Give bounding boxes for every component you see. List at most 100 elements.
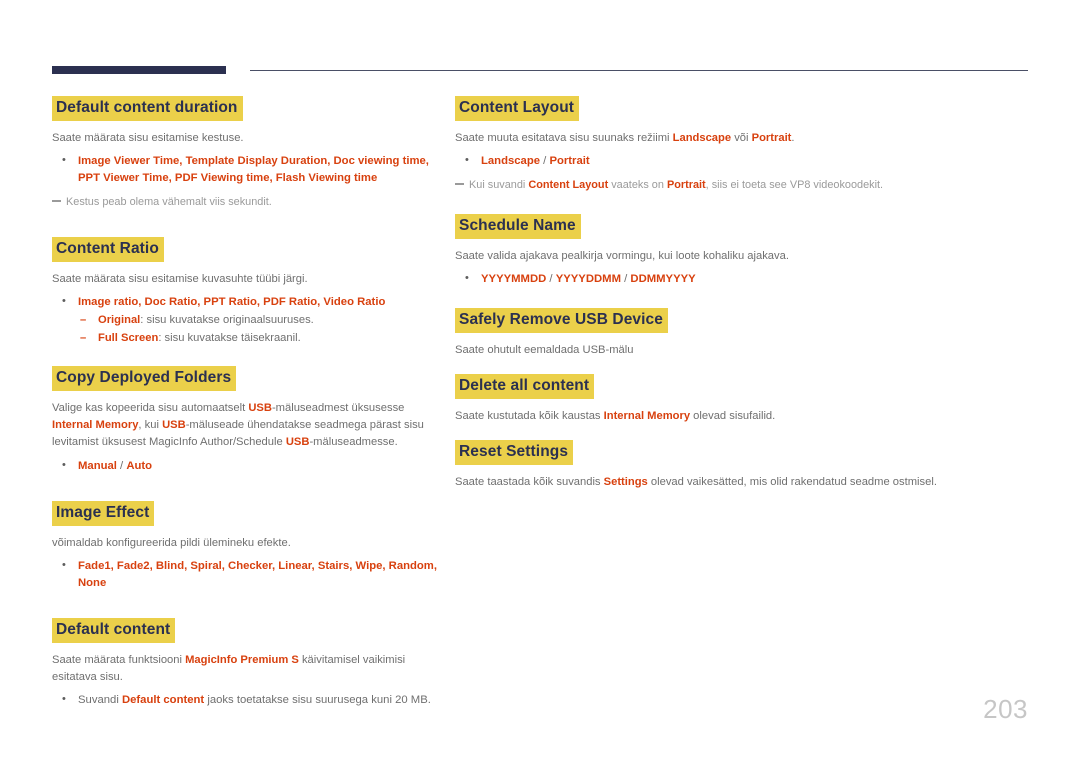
- section-body: Valige kas kopeerida sisu automaatselt U…: [52, 400, 444, 451]
- option-separator: /: [116, 459, 127, 472]
- section-heading: Content Layout: [455, 96, 580, 121]
- emphasis-internal-memory: Internal Memory: [52, 419, 139, 432]
- emphasis-internal-memory: Internal Memory: [603, 409, 691, 422]
- body-text-part: Saate määrata funktsiooni: [52, 653, 186, 666]
- section-content-ratio: Content Ratio Saate määrata sisu esitami…: [52, 236, 444, 347]
- emphasis-portrait: Portrait: [751, 132, 792, 144]
- section-body: Saate ohutult eemaldada USB-mälu: [455, 343, 634, 356]
- bullet-list: YYYYMMDD / YYYYDDMM / DDMMYYYY: [455, 270, 1015, 288]
- section-body: Saate valida ajakava pealkirja vormingu,…: [455, 249, 789, 262]
- section-body: võimaldab konfigureerida pildi ülemineku…: [52, 536, 291, 549]
- list-item: Manual / Auto: [52, 456, 444, 475]
- bullet-list: Fade1, Fade2, Blind, Spiral, Checker, Li…: [52, 557, 444, 592]
- emphasis-default-content: Default content: [121, 694, 205, 707]
- section-heading: Safely Remove USB Device: [455, 307, 668, 333]
- section-default-content: Default content Saate määrata funktsioon…: [52, 617, 444, 709]
- emphasis-landscape: Landscape: [672, 132, 732, 144]
- section-default-content-duration: Default content duration Saate määrata s…: [52, 96, 444, 211]
- option-value: YYYYMMDD: [481, 272, 547, 285]
- emphasis-content-layout: Content Layout: [528, 179, 609, 192]
- emphasis-usb: USB: [162, 419, 186, 432]
- section-heading: Default content duration: [52, 96, 243, 121]
- section-heading: Schedule Name: [455, 213, 581, 239]
- note-text-part: Kui suvandi: [469, 179, 529, 192]
- emphasis-magicinfo-premium-s: MagicInfo Premium S: [185, 653, 299, 666]
- option-value: Landscape: [481, 155, 541, 168]
- body-text-part: Saate muuta esitatava sisu suunaks režii…: [455, 132, 673, 144]
- body-text-part: .: [791, 132, 795, 144]
- section-body: Saate muuta esitatava sisu suunaks režii…: [455, 130, 1015, 147]
- note-text-part: vaateks on: [608, 179, 667, 192]
- option-value: Portrait: [549, 155, 590, 168]
- section-heading: Delete all content: [455, 373, 595, 399]
- option-value: DDMMYYYY: [630, 272, 696, 285]
- manual-page: Default content duration Saate määrata s…: [0, 0, 1080, 763]
- page-header: [52, 62, 1028, 78]
- sub-item-desc: : sisu kuvatakse originaalsuuruses.: [140, 313, 314, 326]
- list-item: Original: sisu kuvatakse originaalsuurus…: [78, 312, 444, 329]
- option-value: Manual: [78, 459, 117, 472]
- list-item: Fade1, Fade2, Blind, Spiral, Checker, Li…: [52, 557, 444, 592]
- sub-item-desc: : sisu kuvatakse täisekraanil.: [158, 331, 301, 344]
- bullet-list: Landscape / Portrait: [455, 152, 1015, 170]
- emphasis-usb: USB: [248, 402, 272, 415]
- section-heading: Default content: [52, 617, 176, 643]
- emphasis-portrait: Portrait: [666, 179, 706, 192]
- section-body: Saate määrata sisu esitamise kuvasuhte t…: [52, 272, 308, 285]
- bullet-list: Manual / Auto: [52, 456, 444, 475]
- page-number: 203: [983, 694, 1028, 724]
- list-text-part: jaoks toetatakse sisu suurusega kuni 20 …: [204, 694, 431, 707]
- bullet-list: Image Viewer Time, Template Display Dura…: [52, 152, 444, 187]
- list-item: Suvandi Default content jaoks toetatakse…: [52, 691, 444, 709]
- section-safely-remove-usb-device: Safely Remove USB Device Saate ohutult e…: [455, 307, 1015, 359]
- emphasis-usb: USB: [285, 436, 310, 449]
- body-text-part: , kui: [138, 419, 163, 432]
- section-delete-all-content: Delete all content Saate kustutada kõik …: [455, 373, 1015, 425]
- sub-item-term: Full Screen: [98, 331, 159, 344]
- section-body: Saate määrata sisu esitamise kestuse.: [52, 132, 244, 144]
- body-text-part: Valige kas kopeerida sisu automaatselt: [52, 402, 249, 415]
- body-text-part: -mäluseadmest üksusesse: [271, 402, 405, 415]
- right-column: Content Layout Saate muuta esitatava sis…: [455, 96, 1015, 491]
- note-text-part: , siis ei toeta see VP8 videokoodekit.: [705, 179, 884, 192]
- section-content-layout: Content Layout Saate muuta esitatava sis…: [455, 96, 1015, 194]
- header-accent-bar: [52, 66, 226, 74]
- list-item: Full Screen: sisu kuvatakse täisekraanil…: [78, 330, 444, 347]
- section-heading: Copy Deployed Folders: [52, 366, 237, 392]
- body-text-part: Saate kustutada kõik kaustas: [455, 409, 604, 422]
- option-values: Image ratio, Doc Ratio, PPT Ratio, PDF R…: [78, 295, 386, 308]
- section-body: Saate määrata funktsiooni MagicInfo Prem…: [52, 652, 444, 686]
- left-column: Default content duration Saate määrata s…: [52, 96, 444, 709]
- section-note: Kestus peab olema vähemalt viis sekundit…: [52, 194, 444, 210]
- list-text-part: Suvandi: [78, 694, 122, 707]
- section-reset-settings: Reset Settings Saate taastada kõik suvan…: [455, 439, 1015, 491]
- section-body: Saate kustutada kõik kaustas Internal Me…: [455, 408, 1015, 425]
- section-body: Saate taastada kõik suvandis Settings ol…: [455, 474, 1015, 491]
- body-text-part: olevad vaikesätted, mis olid rakendatud …: [647, 475, 937, 488]
- body-text-part: olevad sisufailid.: [690, 409, 776, 422]
- section-heading: Content Ratio: [52, 236, 164, 262]
- section-heading: Image Effect: [52, 500, 155, 526]
- list-item: Image ratio, Doc Ratio, PPT Ratio, PDF R…: [52, 293, 444, 347]
- bullet-list: Suvandi Default content jaoks toetatakse…: [52, 691, 444, 709]
- list-item: YYYYMMDD / YYYYDDMM / DDMMYYYY: [455, 270, 1015, 288]
- header-divider-line: [250, 70, 1028, 71]
- sub-item-term: Original: [98, 313, 141, 326]
- section-schedule-name: Schedule Name Saate valida ajakava pealk…: [455, 213, 1015, 288]
- section-note: Kui suvandi Content Layout vaateks on Po…: [455, 177, 1015, 193]
- body-text-part: Saate taastada kõik suvandis: [455, 475, 604, 488]
- list-item: Landscape / Portrait: [455, 152, 1015, 170]
- emphasis-settings: Settings: [603, 475, 648, 488]
- list-item: Image Viewer Time, Template Display Dura…: [52, 152, 444, 187]
- sub-list: Original: sisu kuvatakse originaalsuurus…: [78, 312, 444, 347]
- section-heading: Reset Settings: [455, 439, 574, 465]
- bullet-list: Image ratio, Doc Ratio, PPT Ratio, PDF R…: [52, 293, 444, 347]
- option-separator: /: [620, 272, 631, 285]
- option-value: YYYYDDMM: [555, 272, 621, 285]
- option-separator: /: [546, 272, 556, 285]
- option-value: Auto: [126, 459, 153, 472]
- option-values: Image Viewer Time, Template Display Dura…: [78, 155, 429, 185]
- section-image-effect: Image Effect võimaldab konfigureerida pi…: [52, 500, 444, 592]
- section-copy-deployed-folders: Copy Deployed Folders Valige kas kopeeri…: [52, 366, 444, 474]
- body-text-part: -mäluseadmesse.: [309, 436, 398, 449]
